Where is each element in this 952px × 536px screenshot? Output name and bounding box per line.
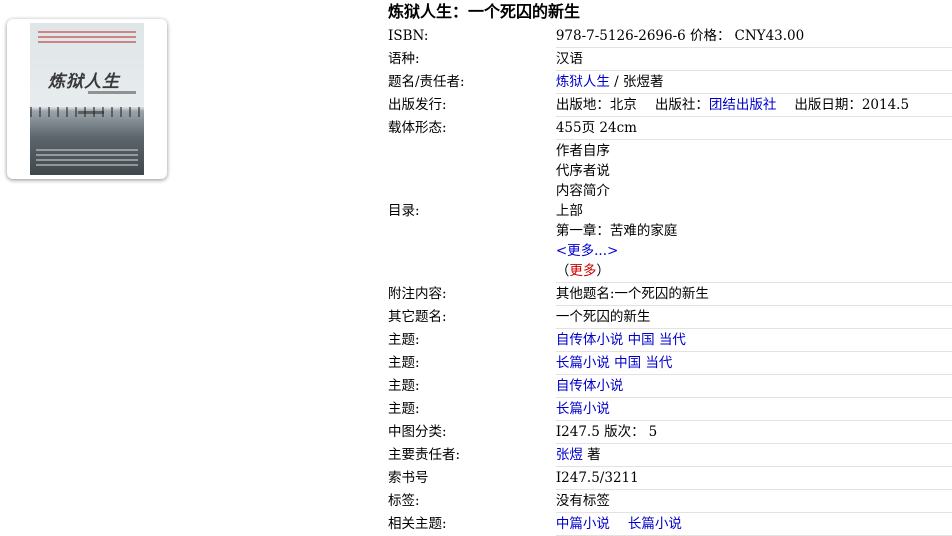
edition-value: 5 xyxy=(648,424,658,440)
clc-value-cell: I247.5 版次： 5 xyxy=(555,420,952,444)
toc-more-link[interactable]: <更多...> xyxy=(556,243,619,259)
place-value: 北京 xyxy=(609,97,637,113)
title-sep: / xyxy=(614,74,619,90)
subject-label: 主题: xyxy=(388,355,420,371)
row-isbn: ISBN: 978-7-5126-2696-6 价格： CNY43.00 xyxy=(388,25,952,48)
title-link[interactable]: 炼狱人生 xyxy=(556,74,610,90)
book-cover[interactable]: 炼狱人生 xyxy=(7,19,167,179)
publisher-label: 出版社： xyxy=(654,97,709,113)
isbn-value: 978-7-5126-2696-6 xyxy=(555,28,686,44)
related-subject-link[interactable]: 长篇小说 xyxy=(628,516,682,532)
call-number-label: 索书号 xyxy=(388,470,429,486)
notes-label: 附注内容: xyxy=(388,286,447,302)
row-toc: 目录: 作者自序 代序者说 内容简介 上部 第一章：苦难的家庭 <更多...> … xyxy=(388,139,952,283)
main-resp-label: 主要责任者: xyxy=(388,447,461,463)
row-notes: 附注内容: 其他题名:一个死囚的新生 xyxy=(388,282,952,306)
title-resp-value: 炼狱人生 / 张煜著 xyxy=(555,70,952,94)
row-main-responsibility: 主要责任者: 张煜 著 xyxy=(388,443,952,467)
subject-link[interactable]: 长篇小说 xyxy=(556,401,610,417)
toc-item: 代序者说 xyxy=(555,163,610,179)
language-label: 语种: xyxy=(388,51,420,67)
toc-expand-link[interactable]: 更多 xyxy=(569,263,596,279)
cover-title: 炼狱人生 xyxy=(48,72,120,92)
tags-value: 没有标签 xyxy=(555,489,952,513)
toc-more-close: ） xyxy=(596,263,610,279)
subject-label: 主题: xyxy=(388,401,420,417)
isbn-value-cell: 978-7-5126-2696-6 价格： CNY43.00 xyxy=(555,25,952,48)
title-resp-label: 题名/责任者: xyxy=(388,74,465,90)
related-subject-link[interactable]: 中篇小说 xyxy=(556,516,610,532)
other-title-value: 一个死囚的新生 xyxy=(555,305,952,329)
cover-author xyxy=(78,111,104,114)
place-label: 出版地： xyxy=(555,97,610,113)
book-title: 炼狱人生：一个死囚的新生 xyxy=(388,2,581,21)
row-tags: 标签: 没有标签 xyxy=(388,489,952,513)
book-metadata-table: ISBN: 978-7-5126-2696-6 价格： CNY43.00 语种: … xyxy=(388,25,952,536)
title-author: 张煜著 xyxy=(622,74,664,90)
row-subject: 主题: 长篇小说 xyxy=(388,397,952,421)
cover-image: 炼狱人生 xyxy=(30,23,144,175)
row-other-title: 其它题名: 一个死囚的新生 xyxy=(388,305,952,329)
subject-link[interactable]: 自传体小说 中国 当代 xyxy=(556,332,686,348)
toc-more-open: （ xyxy=(555,263,570,279)
row-language: 语种: 汉语 xyxy=(388,47,952,71)
isbn-label: ISBN: xyxy=(388,28,429,45)
row-title-responsibility: 题名/责任者: 炼狱人生 / 张煜著 xyxy=(388,70,952,94)
physical-value: 455页 24cm xyxy=(555,116,952,140)
publication-value: 出版地：北京 出版社：团结出版社 出版日期：2014.5 xyxy=(555,93,952,117)
toc-item: 上部 xyxy=(555,203,583,219)
cover-text xyxy=(36,149,138,169)
price-value: CNY43.00 xyxy=(734,28,805,44)
other-title-label: 其它题名: xyxy=(388,309,447,325)
subject-link[interactable]: 自传体小说 xyxy=(556,378,624,394)
cover-blurb xyxy=(38,31,136,46)
subject-label: 主题: xyxy=(388,378,420,394)
tags-label: 标签: xyxy=(388,493,420,509)
author-link[interactable]: 张煜 xyxy=(556,447,583,463)
subject-label: 主题: xyxy=(388,332,420,348)
toc-value: 作者自序 代序者说 内容简介 上部 第一章：苦难的家庭 <更多...> （更多） xyxy=(555,139,952,283)
publication-label: 出版发行: xyxy=(388,97,447,113)
author-role: 著 xyxy=(587,447,601,463)
toc-item: 第一章：苦难的家庭 xyxy=(555,223,678,239)
clc-label: 中图分类: xyxy=(388,424,447,440)
cover-subtitle xyxy=(88,91,136,94)
row-related: 相关主题: 中篇小说 长篇小说 xyxy=(388,512,952,536)
row-subject: 主题: 自传体小说 xyxy=(388,374,952,398)
row-subject: 主题: 长篇小说 中国 当代 xyxy=(388,351,952,375)
related-label: 相关主题: xyxy=(388,516,447,532)
row-publication: 出版发行: 出版地：北京 出版社：团结出版社 出版日期：2014.5 xyxy=(388,93,952,117)
row-clc: 中图分类: I247.5 版次： 5 xyxy=(388,420,952,444)
date-label: 出版日期： xyxy=(794,97,862,113)
call-number-value: I247.5/3211 xyxy=(555,466,952,490)
clc-value: I247.5 xyxy=(555,424,600,440)
row-physical: 载体形态: 455页 24cm xyxy=(388,116,952,140)
physical-label: 载体形态: xyxy=(388,120,447,136)
row-call-number: 索书号 I247.5/3211 xyxy=(388,466,952,490)
main-resp-value: 张煜 著 xyxy=(555,443,952,467)
publisher-link[interactable]: 团结出版社 xyxy=(709,97,777,113)
subject-link[interactable]: 长篇小说 中国 当代 xyxy=(556,355,673,371)
language-value: 汉语 xyxy=(555,47,952,71)
price-label: 价格： xyxy=(690,28,731,44)
related-value: 中篇小说 长篇小说 xyxy=(555,512,952,536)
notes-value: 其他题名:一个死囚的新生 xyxy=(555,282,952,306)
edition-label: 版次： xyxy=(604,424,645,440)
toc-item: 内容简介 xyxy=(555,183,610,199)
date-value: 2014.5 xyxy=(861,97,910,113)
toc-item: 作者自序 xyxy=(555,143,610,159)
row-subject: 主题: 自传体小说 中国 当代 xyxy=(388,328,952,352)
toc-label: 目录: xyxy=(388,203,420,219)
